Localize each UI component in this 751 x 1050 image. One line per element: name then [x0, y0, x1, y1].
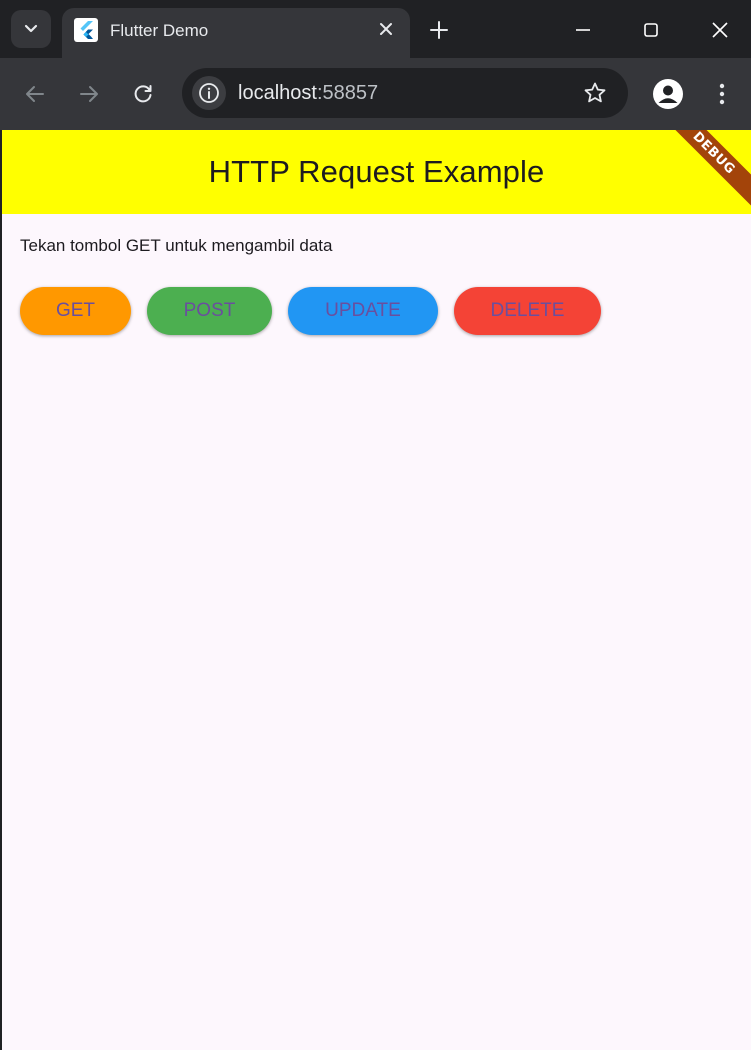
flutter-logo-icon [74, 18, 98, 42]
url-text: localhost:58857 [238, 82, 378, 105]
address-bar[interactable]: localhost:58857 [182, 68, 628, 118]
page-title: HTTP Request Example [208, 154, 545, 189]
bookmark-button[interactable] [582, 80, 608, 106]
tab-close-button[interactable] [374, 17, 398, 41]
post-button[interactable]: POST [147, 287, 272, 335]
arrow-left-icon [26, 86, 44, 102]
reload-button[interactable] [125, 76, 161, 112]
action-button-row: GET POST UPDATE DELETE [20, 287, 601, 335]
minimize-button[interactable] [560, 10, 606, 50]
delete-button[interactable]: DELETE [454, 287, 601, 335]
url-port: :58857 [316, 82, 379, 104]
browser-toolbar: localhost:58857 [0, 58, 751, 130]
plus-icon [430, 21, 448, 39]
url-host: localhost [238, 82, 317, 104]
tab-search-button[interactable] [11, 10, 51, 48]
status-text: Tekan tombol GET untuk mengambil data [20, 236, 333, 255]
info-icon [199, 83, 219, 103]
update-button[interactable]: UPDATE [288, 287, 438, 335]
app-bar: HTTP Request Example [2, 130, 751, 214]
window-close-button[interactable] [697, 10, 743, 50]
arrow-right-icon [80, 86, 98, 102]
tab-active[interactable]: Flutter Demo [62, 8, 410, 58]
debug-banner: DEBUG [667, 130, 751, 214]
site-info-button[interactable] [192, 76, 226, 110]
maximize-button[interactable] [628, 10, 674, 50]
back-button[interactable] [17, 76, 53, 112]
browser-window: Flutter Demo localhost:58857 HTTP Reques… [0, 0, 751, 1050]
page-viewport: HTTP Request Example DEBUG Tekan tombol … [2, 130, 751, 1050]
profile-button[interactable] [653, 79, 683, 109]
close-icon [380, 23, 392, 35]
more-vertical-icon [719, 83, 725, 105]
minimize-icon [576, 29, 590, 31]
debug-label: DEBUG [689, 130, 739, 178]
reload-icon [134, 85, 152, 103]
star-icon [584, 82, 606, 103]
maximize-icon [644, 23, 658, 37]
avatar-icon [658, 85, 678, 103]
new-tab-button[interactable] [424, 15, 454, 45]
debug-ribbon: DEBUG [667, 130, 751, 214]
chevron-down-icon [24, 24, 38, 33]
forward-button[interactable] [71, 76, 107, 112]
tab-strip: Flutter Demo [0, 0, 751, 58]
close-icon [712, 22, 728, 38]
tab-title: Flutter Demo [110, 21, 209, 40]
get-button[interactable]: GET [20, 287, 131, 335]
browser-menu-button[interactable] [710, 76, 734, 112]
